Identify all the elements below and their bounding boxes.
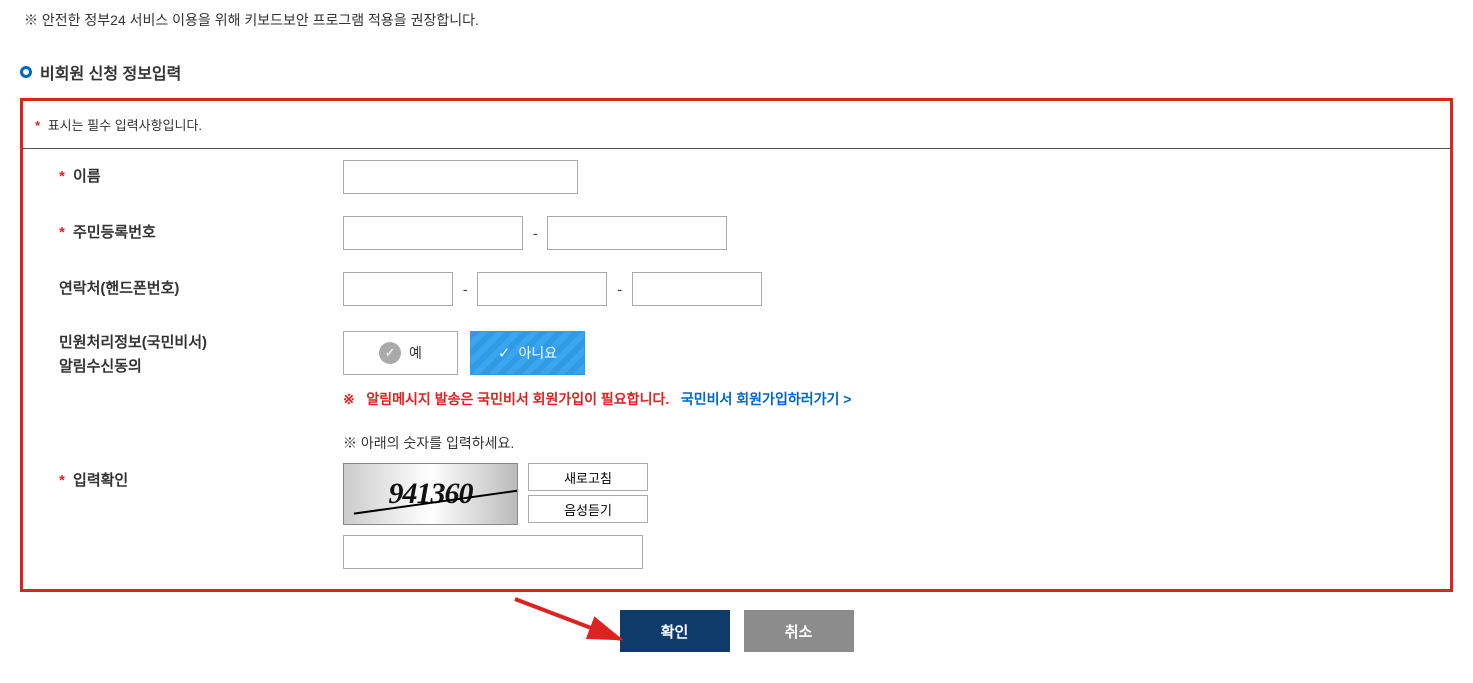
bullet-icon xyxy=(20,66,32,78)
ssn-input-2[interactable] xyxy=(547,216,727,250)
notice-red-text: 알림메시지 발송은 국민비서 회원가입이 필요합니다. xyxy=(366,391,669,407)
label-notification-line1: 민원처리정보(국민비서) xyxy=(59,331,343,355)
label-name: * 이름 xyxy=(43,165,343,189)
actions-row: 확인 취소 xyxy=(20,610,1453,652)
dash: - xyxy=(533,225,538,241)
label-captcha: * 입력확인 xyxy=(43,433,343,493)
required-star-icon: * xyxy=(59,224,65,241)
notification-toggle-group: ✓ 예 ✓ 아니요 xyxy=(343,331,1430,375)
keyboard-security-note: ※ 안전한 정부24 서비스 이용을 위해 키보드보안 프로그램 적용을 권장합… xyxy=(20,10,1453,30)
captcha-refresh-button[interactable]: 새로고침 xyxy=(528,463,648,491)
captcha-help: ※ 아래의 숫자를 입력하세요. xyxy=(343,433,1430,453)
row-ssn: * 주민등록번호 - xyxy=(23,205,1450,261)
phone-input-2[interactable] xyxy=(477,272,607,306)
label-notification-line2: 알림수신동의 xyxy=(59,355,343,379)
label-ssn-text: 주민등록번호 xyxy=(73,224,156,241)
label-name-text: 이름 xyxy=(73,168,101,185)
notification-yes-button[interactable]: ✓ 예 xyxy=(343,331,458,375)
label-notification: 민원처리정보(국민비서) 알림수신동의 xyxy=(43,331,343,379)
row-name: * 이름 xyxy=(23,149,1450,205)
name-input[interactable] xyxy=(343,160,578,194)
row-captcha: * 입력확인 ※ 아래의 숫자를 입력하세요. 941360 새로고침 음성듣기 xyxy=(23,419,1450,589)
signup-link[interactable]: 국민비서 회원가입하러가기 > xyxy=(681,391,852,407)
notification-no-label: 아니요 xyxy=(518,343,557,363)
confirm-button[interactable]: 확인 xyxy=(620,610,730,652)
notification-notice: ※ 알림메시지 발송은 국민비서 회원가입이 필요합니다. 국민비서 회원가입하… xyxy=(343,389,1430,409)
row-notification: 민원처리정보(국민비서) 알림수신동의 ✓ 예 ✓ 아니요 ※ 알림메시지 발송… xyxy=(23,317,1450,419)
notification-no-button[interactable]: ✓ 아니요 xyxy=(470,331,585,375)
label-phone-text: 연락처(핸드폰번호) xyxy=(59,280,179,297)
required-note-text: 표시는 필수 입력사항입니다. xyxy=(48,118,202,133)
label-captcha-text: 입력확인 xyxy=(73,472,128,489)
captcha-value: 941360 xyxy=(389,477,473,511)
required-star-icon: * xyxy=(35,118,40,133)
dash: - xyxy=(463,281,468,297)
required-star-icon: * xyxy=(59,168,65,185)
check-icon: ✓ xyxy=(498,344,511,362)
captcha-audio-button[interactable]: 음성듣기 xyxy=(528,495,648,523)
captcha-image: 941360 xyxy=(343,463,518,525)
phone-input-3[interactable] xyxy=(632,272,762,306)
label-phone: 연락처(핸드폰번호) xyxy=(43,277,343,301)
notification-yes-label: 예 xyxy=(409,343,422,363)
notice-prefix: ※ xyxy=(343,391,355,407)
notice-red-text xyxy=(359,391,363,407)
ssn-input-1[interactable] xyxy=(343,216,523,250)
phone-input-1[interactable] xyxy=(343,272,453,306)
captcha-input[interactable] xyxy=(343,535,643,569)
form-box: * 표시는 필수 입력사항입니다. * 이름 * 주민등록번호 - 연락처(핸드… xyxy=(20,98,1453,592)
section-title-text: 비회원 신청 정보입력 xyxy=(40,60,181,84)
required-star-icon: * xyxy=(59,472,65,489)
required-note: * 표시는 필수 입력사항입니다. xyxy=(23,101,1450,149)
section-title: 비회원 신청 정보입력 xyxy=(20,60,1453,84)
cancel-button[interactable]: 취소 xyxy=(744,610,854,652)
check-icon: ✓ xyxy=(379,342,401,364)
row-phone: 연락처(핸드폰번호) - - xyxy=(23,261,1450,317)
dash: - xyxy=(617,281,622,297)
label-ssn: * 주민등록번호 xyxy=(43,221,343,245)
